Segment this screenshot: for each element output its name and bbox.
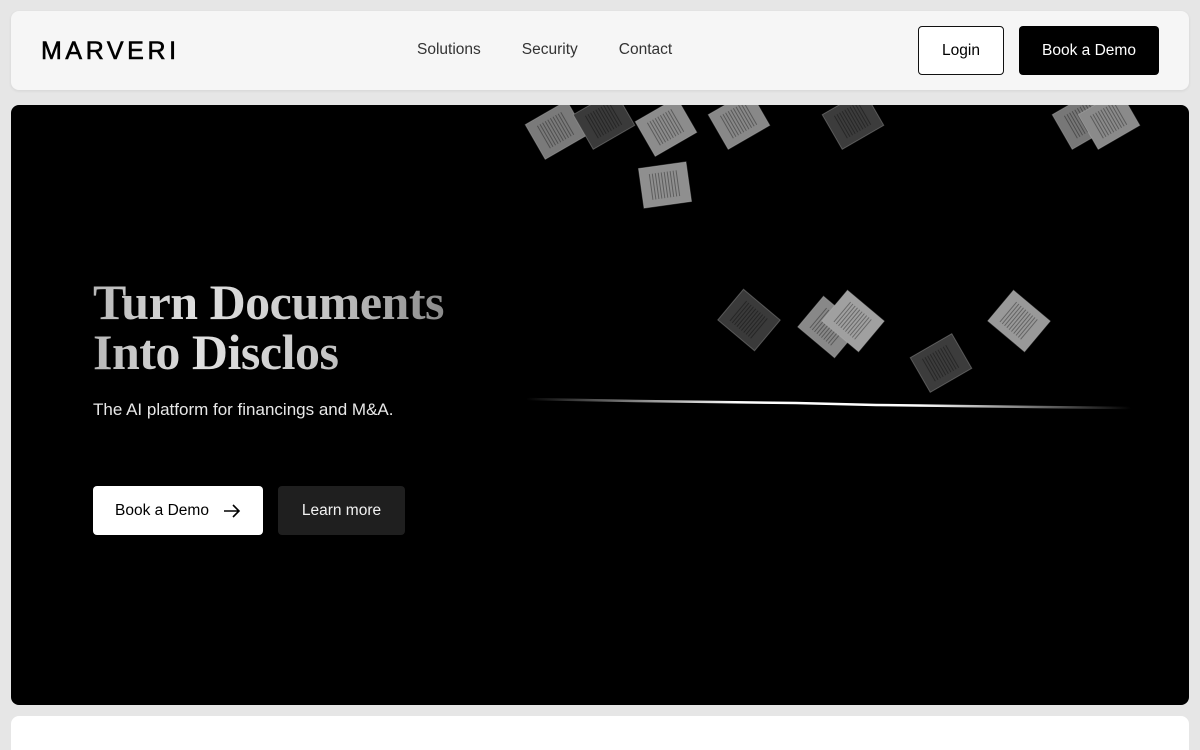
nav-link-security[interactable]: Security (522, 40, 578, 60)
hero-subtitle: The AI platform for financings and M&A. (93, 400, 394, 419)
document-icon (987, 289, 1051, 353)
document-icon (637, 161, 693, 209)
hero-section: Turn Documents Into Disclos The AI platf… (11, 105, 1189, 705)
document-icon (909, 332, 973, 394)
top-navbar: MARVERI Solutions Security Contact Login… (11, 11, 1189, 90)
document-icon (1077, 105, 1141, 151)
hero-title-line1: Turn Documents (93, 274, 444, 330)
document-icon (717, 288, 781, 352)
nav-link-contact[interactable]: Contact (619, 40, 672, 60)
document-icon (707, 105, 771, 151)
document-icon (572, 105, 636, 151)
document-icon (634, 105, 698, 158)
hero-title: Turn Documents Into Disclos (93, 277, 444, 377)
hero-book-demo-button[interactable]: Book a Demo (93, 486, 263, 535)
login-button[interactable]: Login (918, 26, 1004, 75)
next-section-card (11, 716, 1189, 750)
scan-line (525, 397, 1132, 410)
learn-more-button[interactable]: Learn more (278, 486, 405, 535)
hero-title-line2: Into Disclos (93, 324, 339, 380)
main-nav: Solutions Security Contact (417, 40, 713, 60)
arrow-right-icon (223, 503, 241, 518)
document-icon (821, 105, 885, 151)
hero-book-demo-label: Book a Demo (115, 501, 209, 519)
nav-link-solutions[interactable]: Solutions (417, 40, 481, 60)
book-demo-nav-button[interactable]: Book a Demo (1019, 26, 1159, 75)
brand-logo[interactable]: MARVERI (41, 37, 180, 66)
